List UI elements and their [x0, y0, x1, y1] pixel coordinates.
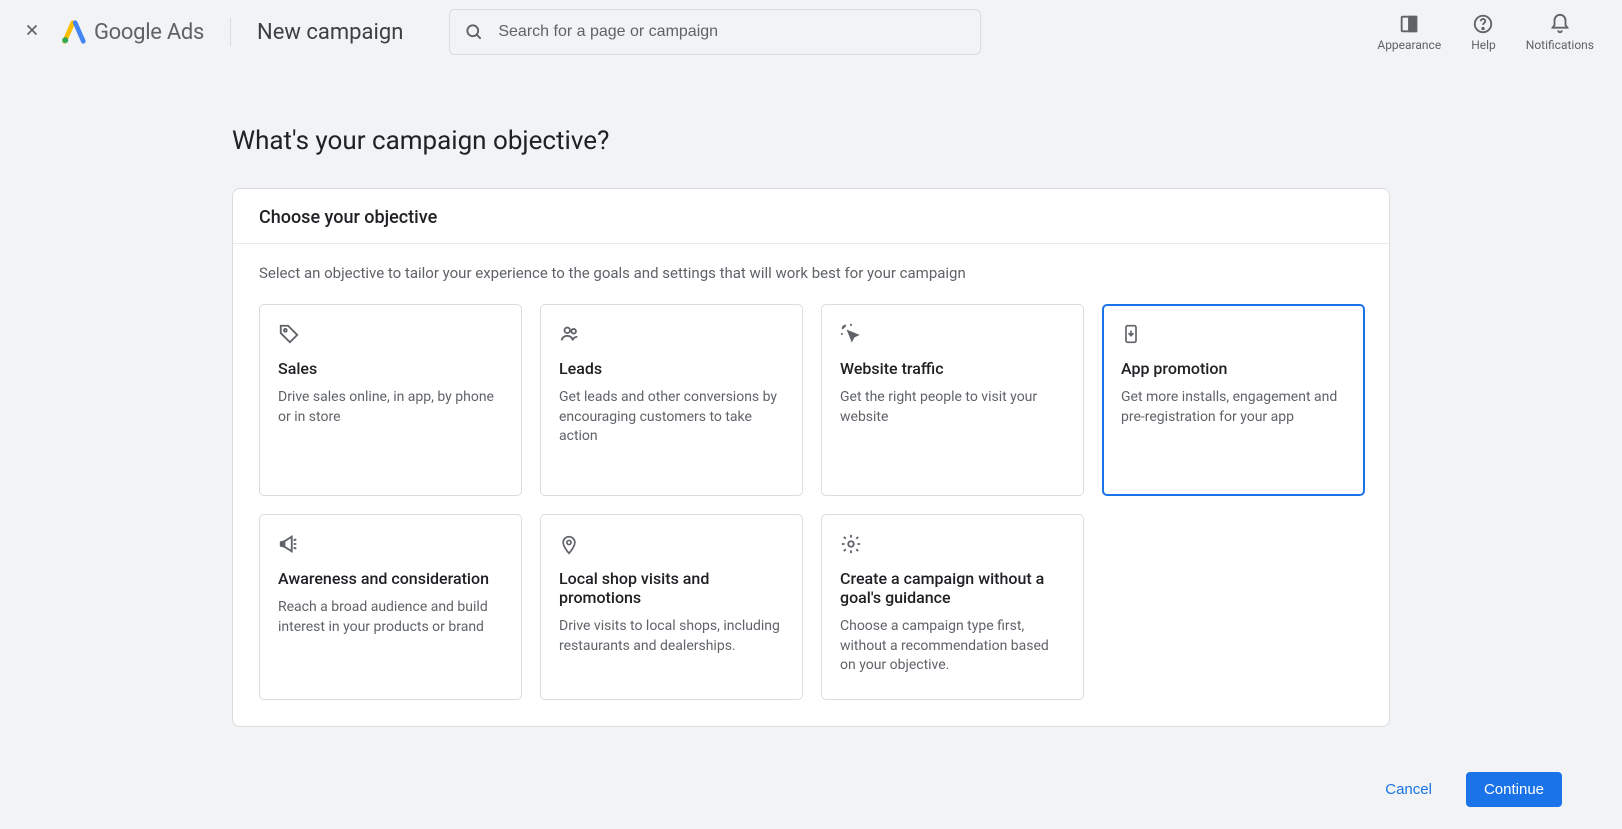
help-button[interactable]: Help — [1471, 13, 1496, 52]
appearance-icon — [1398, 13, 1420, 35]
objective-card-sales[interactable]: Sales Drive sales online, in app, by pho… — [259, 304, 522, 496]
card-title: Create a campaign without a goal's guida… — [840, 569, 1065, 607]
help-label: Help — [1471, 38, 1496, 52]
panel-subtitle: Select an objective to tailor your exper… — [233, 244, 1389, 290]
google-ads-logo-icon — [60, 18, 88, 46]
search-icon — [464, 22, 484, 42]
notifications-button[interactable]: Notifications — [1526, 13, 1594, 52]
card-desc: Get leads and other conversions by encou… — [559, 388, 784, 447]
card-desc: Choose a campaign type first, without a … — [840, 617, 1065, 676]
card-desc: Reach a broad audience and build interes… — [278, 598, 503, 637]
main-inner: What's your campaign objective? Choose y… — [232, 126, 1390, 727]
card-desc: Drive sales online, in app, by phone or … — [278, 388, 503, 427]
objective-card-website-traffic[interactable]: Website traffic Get the right people to … — [821, 304, 1084, 496]
appearance-label: Appearance — [1377, 38, 1441, 52]
phone-download-icon — [1121, 323, 1346, 345]
brand-google: Google — [94, 20, 162, 45]
pin-icon — [559, 533, 784, 555]
page-title: New campaign — [257, 20, 403, 45]
brand-ads: Ads — [167, 20, 204, 45]
card-title: Awareness and consideration — [278, 569, 503, 588]
tag-icon — [278, 323, 503, 345]
gear-icon — [840, 533, 1065, 555]
megaphone-icon — [278, 533, 503, 555]
objective-card-no-goal[interactable]: Create a campaign without a goal's guida… — [821, 514, 1084, 700]
brand-text: Google Ads — [94, 20, 204, 45]
search-input[interactable] — [498, 23, 966, 41]
card-desc: Get the right people to visit your websi… — [840, 388, 1065, 427]
search-box[interactable] — [449, 9, 981, 55]
card-desc: Drive visits to local shops, including r… — [559, 617, 784, 656]
card-title: Website traffic — [840, 359, 1065, 378]
header: Google Ads New campaign Appearance Help … — [0, 0, 1622, 64]
header-actions: Appearance Help Notifications — [1377, 13, 1606, 52]
card-title: App promotion — [1121, 359, 1346, 378]
card-title: Leads — [559, 359, 784, 378]
help-icon — [1472, 13, 1494, 35]
main: What's your campaign objective? Choose y… — [0, 64, 1622, 727]
cancel-button[interactable]: Cancel — [1373, 773, 1444, 806]
close-button[interactable] — [16, 20, 48, 45]
people-icon — [559, 323, 784, 345]
card-title: Local shop visits and promotions — [559, 569, 784, 607]
objective-card-local[interactable]: Local shop visits and promotions Drive v… — [540, 514, 803, 700]
cursor-click-icon — [840, 323, 1065, 345]
card-title: Sales — [278, 359, 503, 378]
card-desc: Get more installs, engagement and pre-re… — [1121, 388, 1346, 427]
continue-button[interactable]: Continue — [1466, 772, 1562, 807]
logo: Google Ads — [60, 18, 204, 46]
close-icon — [23, 21, 41, 39]
panel-title: Choose your objective — [233, 189, 1389, 244]
footer-actions: Cancel Continue — [1373, 772, 1562, 807]
objective-card-awareness[interactable]: Awareness and consideration Reach a broa… — [259, 514, 522, 700]
appearance-button[interactable]: Appearance — [1377, 13, 1441, 52]
objective-card-leads[interactable]: Leads Get leads and other conversions by… — [540, 304, 803, 496]
divider — [230, 18, 231, 46]
notifications-label: Notifications — [1526, 38, 1594, 52]
objective-cards: Sales Drive sales online, in app, by pho… — [233, 290, 1389, 726]
objective-card-app-promotion[interactable]: App promotion Get more installs, engagem… — [1102, 304, 1365, 496]
objective-question: What's your campaign objective? — [232, 126, 1390, 156]
objective-panel: Choose your objective Select an objectiv… — [232, 188, 1390, 727]
bell-icon — [1549, 13, 1571, 35]
